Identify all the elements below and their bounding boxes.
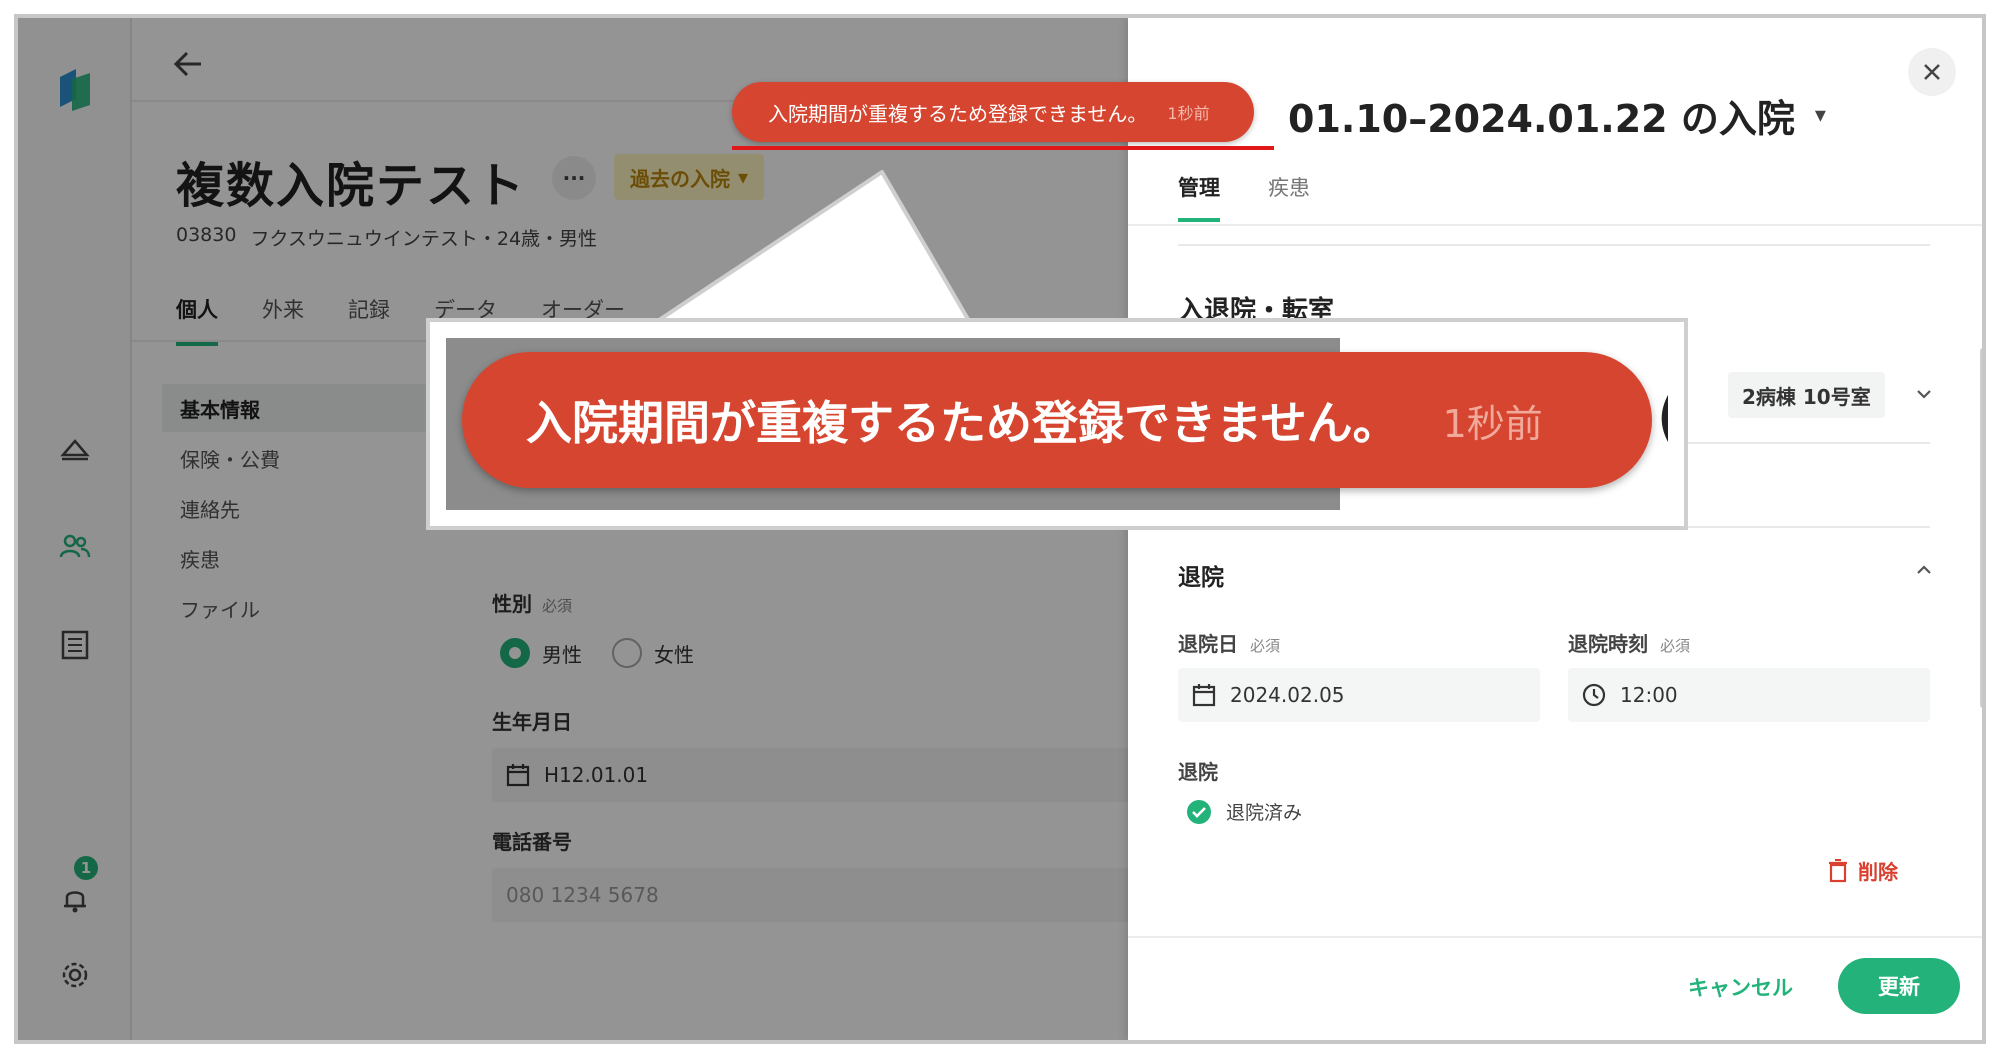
toast-time-zoomed: 1秒前 — [1442, 401, 1543, 446]
screenshot-frame: 1 複数入院テスト ··· 過去の入院 ▾ 03830 フクスウニュウインテスト… — [14, 14, 1986, 1044]
callout-pointer — [648, 170, 974, 328]
error-toast-zoomed: 入院期間が重複するため登録できません。 1秒前 — [462, 352, 1652, 488]
zoom-callout: 入院期間が重複するため登録できません。 1秒前 ( — [426, 318, 1688, 530]
zoom-title-fragment: ( — [1656, 378, 1684, 455]
toast-message-zoomed: 入院期間が重複するため登録できません。 — [526, 396, 1399, 450]
